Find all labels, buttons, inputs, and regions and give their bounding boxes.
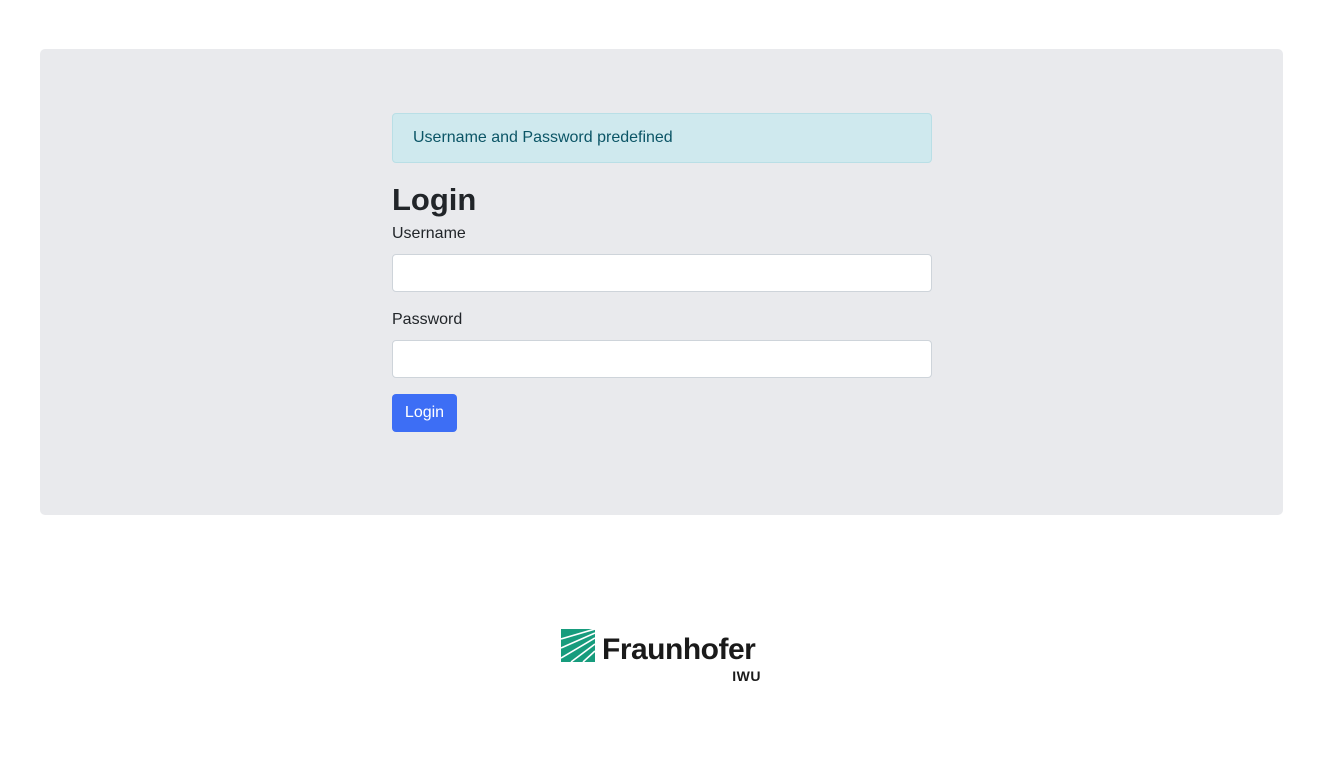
password-label: Password — [392, 311, 463, 328]
logo-subtitle: IWU — [732, 668, 761, 684]
password-input[interactable] — [392, 340, 932, 378]
username-label: Username — [392, 225, 466, 242]
fraunhofer-stripes-icon — [561, 629, 595, 662]
info-alert-text: Username and Password predefined — [413, 129, 673, 146]
info-alert: Username and Password predefined — [392, 113, 932, 163]
logo-wordmark: Fraunhofer — [602, 633, 756, 666]
login-panel: Username and Password predefined Login U… — [40, 49, 1283, 515]
login-button[interactable]: Login — [392, 394, 457, 432]
page-title: Login — [392, 182, 477, 217]
username-input[interactable] — [392, 254, 932, 292]
login-form: Username and Password predefined Login U… — [392, 113, 932, 432]
fraunhofer-logo: Fraunhofer IWU — [561, 628, 761, 686]
